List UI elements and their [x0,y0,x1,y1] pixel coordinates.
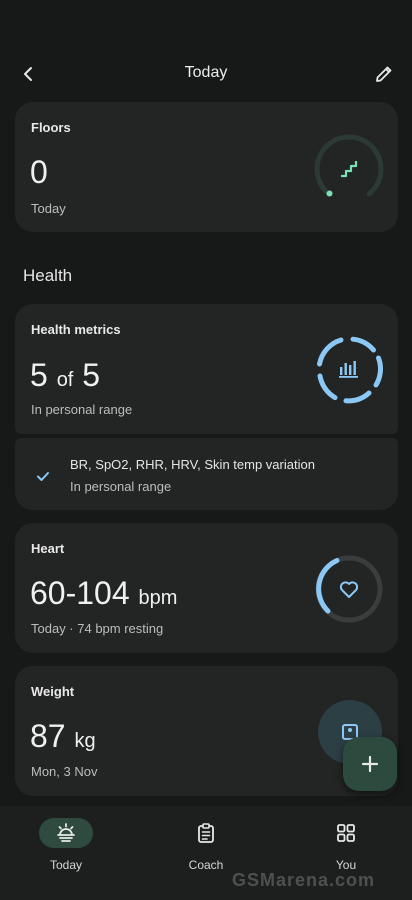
weight-number: 87 [30,718,66,754]
health-metrics-caption: In personal range [31,402,133,417]
heart-caption: Today · 74 bpm resting [31,621,164,636]
heart-range: 60-104 [30,575,130,611]
nav-coach[interactable]: Coach [156,818,256,878]
top-app-bar: Today [0,52,412,96]
health-section-heading: Health [23,266,73,285]
heart-icon [339,581,359,598]
health-metrics-value: 5 of 5 [30,357,100,394]
heart-card[interactable]: Heart 60-104 bpm Today · 74 bpm resting [15,523,398,653]
nav-today-label: Today [49,858,83,872]
sun-icon [57,823,75,842]
watermark: GSMarena.com [232,870,376,890]
add-entry-fab[interactable] [343,737,397,791]
heart-title: Heart [31,541,65,556]
floors-progress-ring [314,134,384,197]
detail-status: In personal range [70,479,172,494]
metrics-of: of [56,369,74,391]
weight-unit: kg [74,730,96,752]
metrics-count: 5 [30,357,48,393]
health-metrics-title: Health metrics [31,322,121,337]
nav-you-indicator [319,818,373,848]
floors-card[interactable]: Floors 0 Today [15,102,398,232]
metrics-total: 5 [82,357,101,393]
weight-caption: Mon, 3 Nov [31,764,98,779]
clipboard-icon [198,823,214,843]
weight-title: Weight [31,684,75,699]
nav-today-indicator [39,818,93,848]
bar-chart-icon [339,361,358,378]
pencil-icon [376,66,392,82]
weight-card[interactable]: Weight 87 kg Mon, 3 Nov [15,666,398,796]
plus-icon [361,755,379,773]
health-metrics-card[interactable]: Health metrics 5 of 5 In personal range [15,304,398,434]
heart-ring [315,555,383,623]
heart-value: 60-104 bpm [30,575,177,612]
nav-today[interactable]: Today [16,818,116,878]
heart-unit: bpm [138,587,178,609]
weight-value: 87 kg [30,718,96,755]
checkmark-icon [37,472,49,481]
health-metrics-detail[interactable]: BR, SpO2, RHR, HRV, Skin temp variation … [15,438,398,510]
floors-title: Floors [31,120,71,135]
detail-metrics-list: BR, SpO2, RHR, HRV, Skin temp variation [70,457,315,472]
health-metrics-ring [317,336,383,404]
nav-you[interactable]: You [296,818,396,878]
nav-coach-indicator [179,818,233,848]
floors-value: 0 [30,154,48,190]
floors-caption: Today [31,201,66,216]
grid-icon [337,824,355,842]
page-title: Today [184,64,228,81]
edit-button[interactable] [370,60,398,88]
